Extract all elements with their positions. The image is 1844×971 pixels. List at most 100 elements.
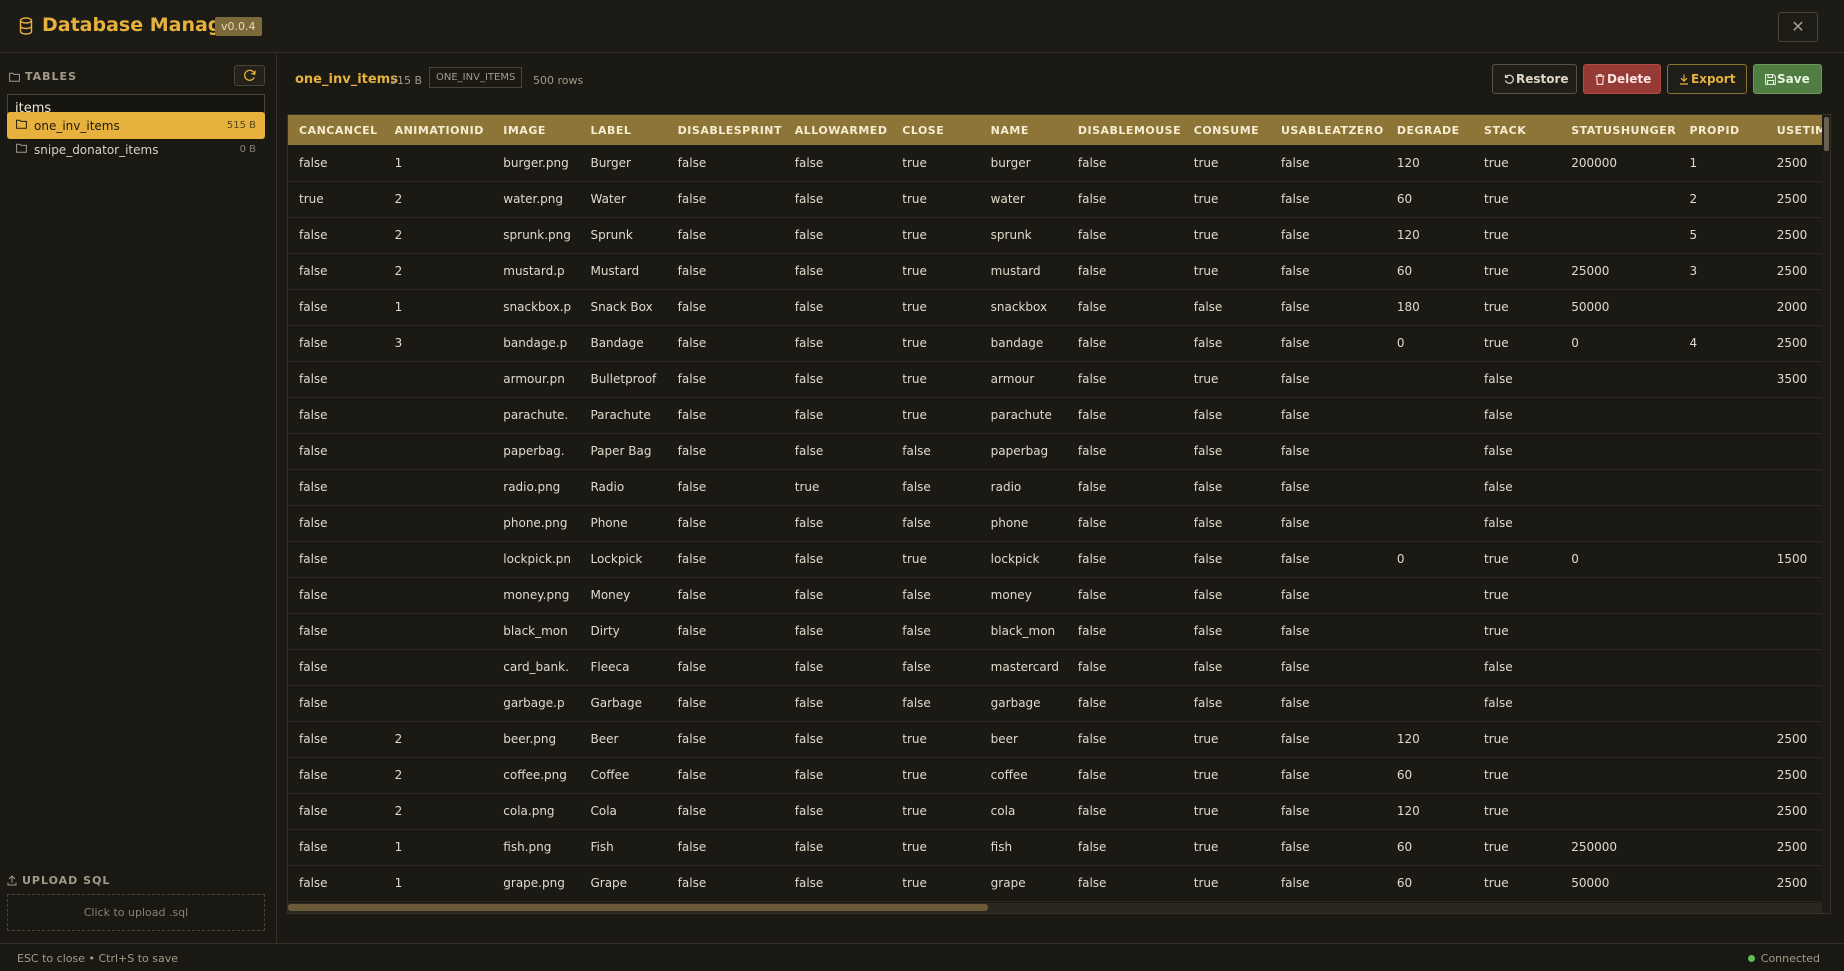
cell-cancancel[interactable]: false (288, 253, 384, 289)
export-button[interactable]: Export (1667, 64, 1747, 94)
cell-propid[interactable] (1679, 397, 1766, 433)
cell-statushunger[interactable]: 25000 (1560, 253, 1678, 289)
cell-disablesprint[interactable]: false (667, 829, 784, 865)
cell-animationid[interactable]: 1 (384, 829, 493, 865)
cell-close[interactable]: true (891, 289, 979, 325)
cell-usetime[interactable] (1766, 505, 1822, 541)
cell-name[interactable]: fish (980, 829, 1067, 865)
cell-disablemouse[interactable]: false (1067, 613, 1183, 649)
cell-statushunger[interactable] (1560, 361, 1678, 397)
cell-close[interactable]: true (891, 361, 979, 397)
cell-name[interactable]: radio (980, 469, 1067, 505)
column-header-propid[interactable]: PROPID (1679, 115, 1766, 145)
cell-close[interactable]: true (891, 217, 979, 253)
cell-disablemouse[interactable]: false (1067, 181, 1183, 217)
cell-close[interactable]: true (891, 397, 979, 433)
restore-button[interactable]: Restore (1492, 64, 1577, 94)
cell-animationid[interactable] (384, 397, 493, 433)
cell-degrade[interactable] (1386, 361, 1473, 397)
cell-animationid[interactable] (384, 361, 493, 397)
cell-label[interactable]: Radio (579, 469, 666, 505)
cell-usableatzero[interactable]: false (1270, 289, 1386, 325)
cell-animationid[interactable] (384, 577, 493, 613)
cell-consume[interactable]: true (1183, 793, 1270, 829)
cell-name[interactable]: bandage (980, 325, 1067, 361)
cell-degrade[interactable] (1386, 505, 1473, 541)
cell-usetime[interactable] (1766, 649, 1822, 685)
cell-label[interactable]: Beer (579, 721, 666, 757)
cell-degrade[interactable]: 60 (1386, 181, 1473, 217)
cell-close[interactable]: true (891, 253, 979, 289)
cell-disablesprint[interactable]: false (667, 685, 784, 721)
cell-usetime[interactable] (1766, 613, 1822, 649)
cell-animationid[interactable]: 1 (384, 289, 493, 325)
cell-consume[interactable]: false (1183, 577, 1270, 613)
cell-stack[interactable]: true (1473, 253, 1560, 289)
table-row[interactable]: false 2 cola.png Cola false false true cola fals… (288, 793, 1822, 829)
cell-usableatzero[interactable]: false (1270, 325, 1386, 361)
cell-disablesprint[interactable]: false (667, 397, 784, 433)
cell-stack[interactable]: true (1473, 217, 1560, 253)
cell-propid[interactable] (1679, 541, 1766, 577)
cell-stack[interactable]: true (1473, 829, 1560, 865)
cell-allowarmed[interactable]: false (784, 253, 892, 289)
cell-disablesprint[interactable]: false (667, 433, 784, 469)
cell-close[interactable]: false (891, 577, 979, 613)
table-row[interactable]: false 1 fish.png Fish false false true fish fals… (288, 829, 1822, 865)
cell-stack[interactable]: true (1473, 865, 1560, 901)
cell-name[interactable]: armour (980, 361, 1067, 397)
cell-stack[interactable]: true (1473, 289, 1560, 325)
cell-consume[interactable]: false (1183, 541, 1270, 577)
table-row[interactable]: false money.png Money false false false money f… (288, 577, 1822, 613)
cell-propid[interactable] (1679, 721, 1766, 757)
delete-button[interactable]: Delete (1583, 64, 1661, 94)
cell-disablemouse[interactable]: false (1067, 505, 1183, 541)
cell-image[interactable]: garbage.p (492, 685, 579, 721)
column-header-statushunger[interactable]: STATUSHUNGER (1560, 115, 1678, 145)
cell-consume[interactable]: true (1183, 253, 1270, 289)
cell-statushunger[interactable] (1560, 577, 1678, 613)
cell-usableatzero[interactable]: false (1270, 397, 1386, 433)
cell-disablemouse[interactable]: false (1067, 829, 1183, 865)
cell-usetime[interactable]: 2500 (1766, 757, 1822, 793)
cell-usetime[interactable] (1766, 469, 1822, 505)
cell-animationid[interactable] (384, 541, 493, 577)
column-header-usetime[interactable]: USETIME (1766, 115, 1822, 145)
cell-label[interactable]: Sprunk (579, 217, 666, 253)
table-row[interactable]: false 2 beer.png Beer false false true beer fals… (288, 721, 1822, 757)
cell-disablesprint[interactable]: false (667, 721, 784, 757)
save-button[interactable]: Save (1753, 64, 1822, 94)
cell-cancancel[interactable]: false (288, 829, 384, 865)
cell-propid[interactable] (1679, 685, 1766, 721)
cell-label[interactable]: Burger (579, 145, 666, 181)
cell-consume[interactable]: true (1183, 721, 1270, 757)
cell-close[interactable]: true (891, 793, 979, 829)
cell-usetime[interactable]: 2500 (1766, 145, 1822, 181)
cell-name[interactable]: garbage (980, 685, 1067, 721)
cell-stack[interactable]: true (1473, 145, 1560, 181)
horizontal-scrollbar-thumb[interactable] (288, 904, 988, 911)
cell-label[interactable]: Parachute (579, 397, 666, 433)
cell-statushunger[interactable] (1560, 217, 1678, 253)
column-header-disablesprint[interactable]: DISABLESPRINT (667, 115, 784, 145)
cell-animationid[interactable] (384, 613, 493, 649)
cell-propid[interactable]: 2 (1679, 181, 1766, 217)
cell-label[interactable]: Bandage (579, 325, 666, 361)
cell-close[interactable]: false (891, 433, 979, 469)
cell-usetime[interactable] (1766, 397, 1822, 433)
cell-propid[interactable] (1679, 361, 1766, 397)
cell-usableatzero[interactable]: false (1270, 829, 1386, 865)
cell-usetime[interactable]: 2500 (1766, 793, 1822, 829)
cell-consume[interactable]: false (1183, 397, 1270, 433)
cell-disablemouse[interactable]: false (1067, 685, 1183, 721)
cell-degrade[interactable]: 60 (1386, 253, 1473, 289)
cell-usableatzero[interactable]: false (1270, 721, 1386, 757)
cell-disablesprint[interactable]: false (667, 361, 784, 397)
cell-degrade[interactable]: 180 (1386, 289, 1473, 325)
cell-label[interactable]: Coffee (579, 757, 666, 793)
cell-stack[interactable]: false (1473, 505, 1560, 541)
cell-degrade[interactable]: 120 (1386, 217, 1473, 253)
cell-cancancel[interactable]: false (288, 685, 384, 721)
cell-usetime[interactable] (1766, 433, 1822, 469)
cell-allowarmed[interactable]: false (784, 397, 892, 433)
